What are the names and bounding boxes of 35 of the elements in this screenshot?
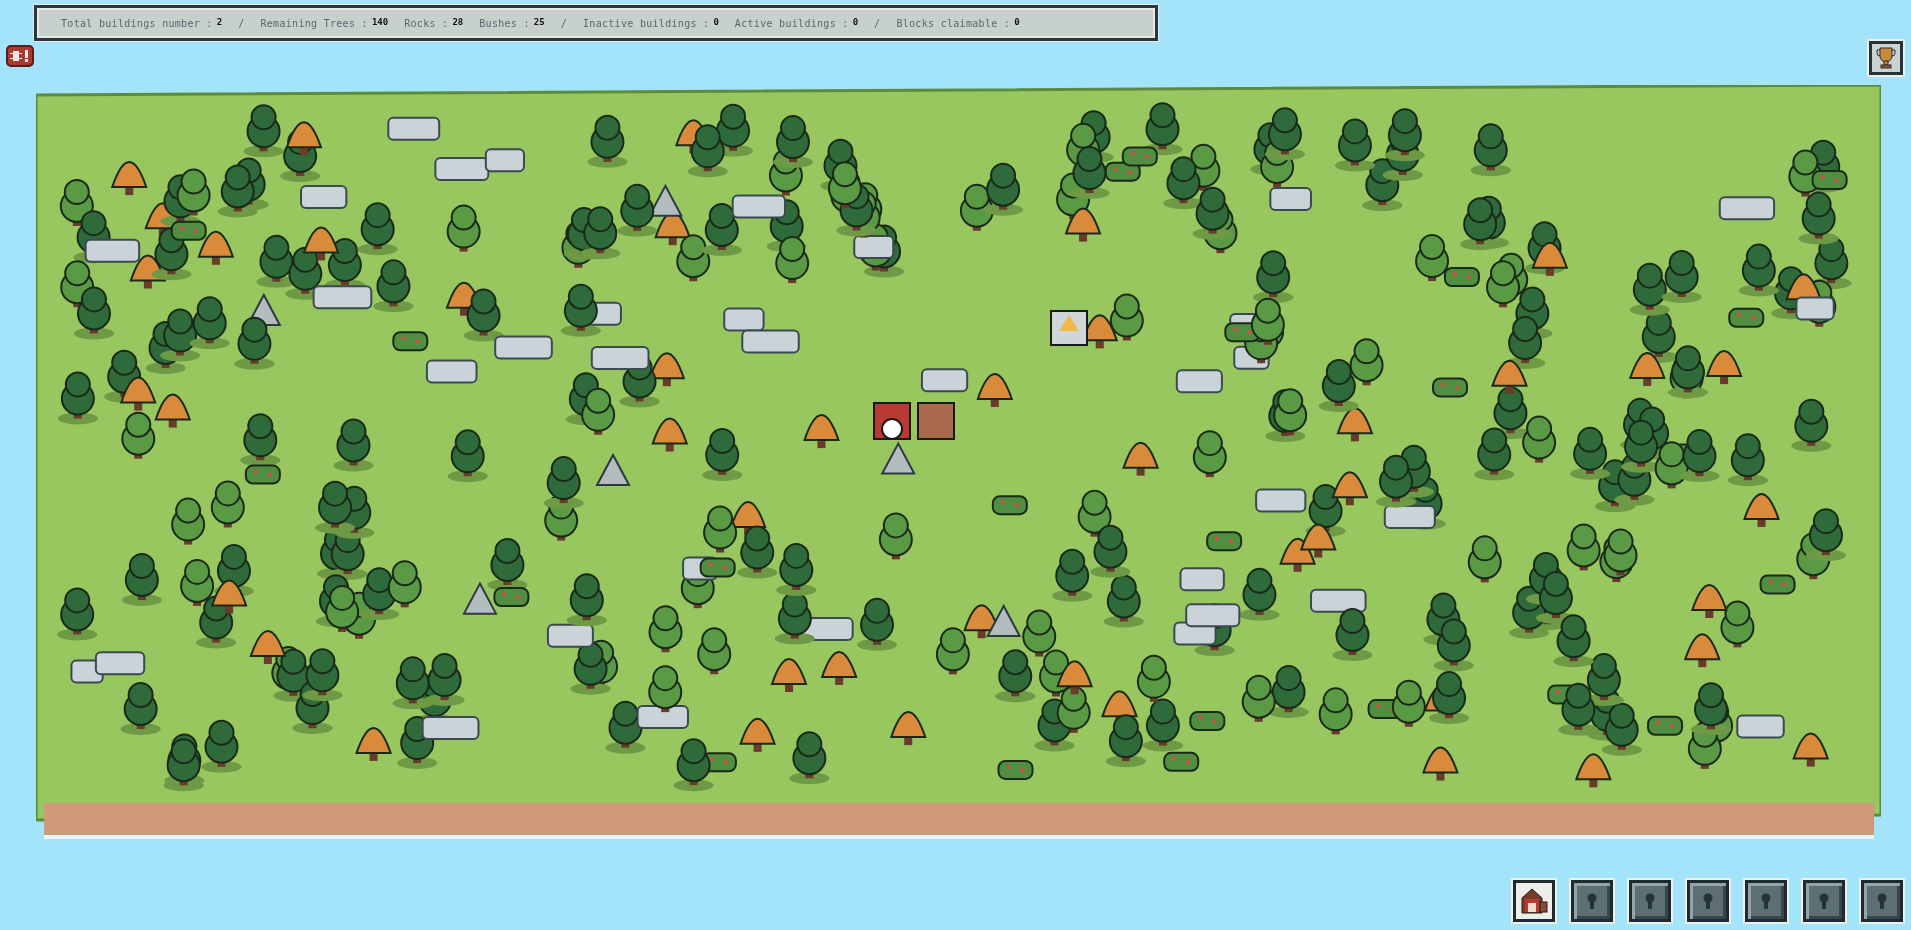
stat-label: Remaining Trees : xyxy=(260,16,368,31)
stat-label: Total buildings number : xyxy=(61,16,213,31)
stat-label: Blocks claimable : xyxy=(896,16,1011,31)
stat-separator: / xyxy=(560,16,567,31)
stat-value: 0 xyxy=(1014,16,1020,30)
locked-slot[interactable] xyxy=(1571,880,1613,922)
barn-icon xyxy=(1519,886,1549,916)
bug-report-button[interactable] xyxy=(6,45,34,67)
locked-slot[interactable] xyxy=(1687,880,1729,922)
trophy-button[interactable] xyxy=(1869,41,1903,75)
keyhole-icon xyxy=(1761,893,1771,909)
stat-label: Rocks : xyxy=(404,16,449,31)
stat-separator: / xyxy=(874,16,881,31)
locked-slot[interactable] xyxy=(1861,880,1903,922)
bug-alert-icon xyxy=(10,49,30,63)
keyhole-icon xyxy=(1587,893,1597,909)
stat-separator: / xyxy=(238,16,245,31)
stat-value: 2 xyxy=(216,16,223,30)
stat-value: 140 xyxy=(371,16,389,30)
stat-value: 25 xyxy=(533,16,545,30)
trophy-icon xyxy=(1876,47,1896,69)
barn-building-slot[interactable] xyxy=(1513,880,1555,922)
stat-value: 0 xyxy=(713,16,719,30)
locked-slot[interactable] xyxy=(1745,880,1787,922)
locked-slot[interactable] xyxy=(1803,880,1845,922)
keyhole-icon xyxy=(1819,893,1829,909)
keyhole-icon xyxy=(1645,893,1655,909)
keyhole-icon xyxy=(1703,893,1713,909)
stat-value: 0 xyxy=(852,16,859,30)
keyhole-icon xyxy=(1877,893,1887,909)
locked-slot[interactable] xyxy=(1629,880,1671,922)
stat-label: Bushes : xyxy=(479,16,530,31)
stat-label: Inactive buildings : xyxy=(583,16,710,31)
stat-value: 28 xyxy=(452,16,464,30)
stat-label: Active buildings : xyxy=(734,16,849,31)
